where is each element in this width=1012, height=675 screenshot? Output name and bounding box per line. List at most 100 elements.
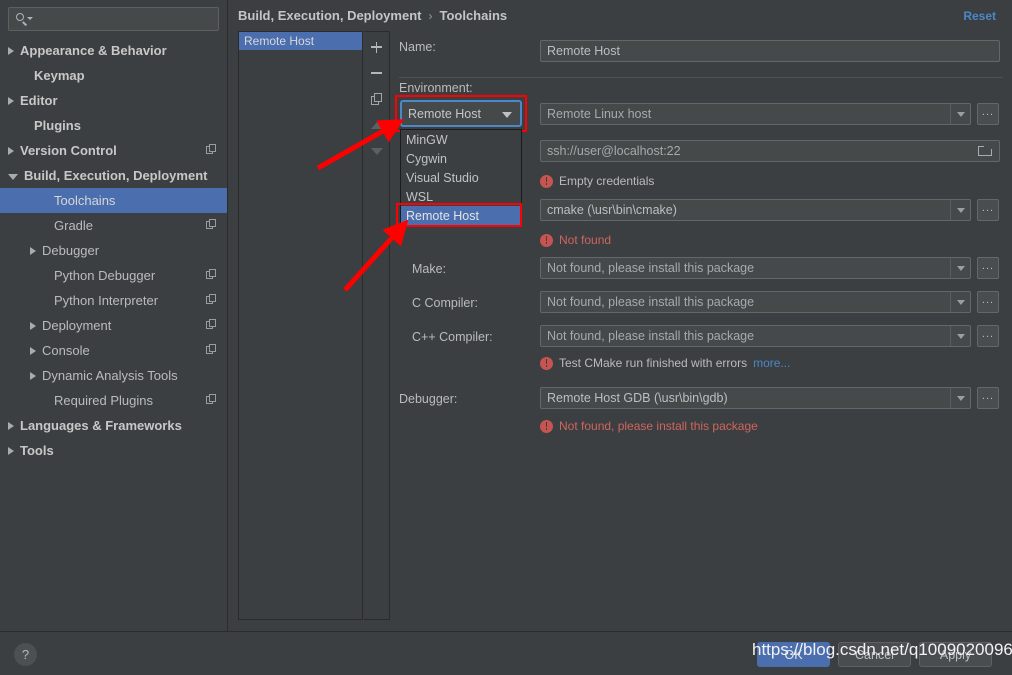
chevron-right-icon[interactable]: [8, 147, 14, 155]
chevron-down-icon[interactable]: [8, 174, 18, 180]
breadcrumb-root[interactable]: Build, Execution, Deployment: [238, 8, 421, 23]
sidebar-item-appearance-behavior[interactable]: Appearance & Behavior: [0, 38, 227, 63]
chevron-right-icon[interactable]: [8, 97, 14, 105]
cmake-combo[interactable]: cmake (\usr\bin\cmake): [540, 199, 971, 221]
toolchain-list[interactable]: Remote Host: [238, 31, 363, 620]
sidebar-item-tools[interactable]: Tools: [0, 438, 227, 463]
sidebar-item-label: Python Interpreter: [54, 293, 158, 308]
sidebar-item-build-execution-deployment[interactable]: Build, Execution, Deployment: [0, 163, 227, 188]
credentials-error-message: Empty credentials: [540, 174, 654, 188]
sidebar-item-deployment[interactable]: Deployment: [0, 313, 227, 338]
add-toolchain-button[interactable]: [366, 36, 388, 58]
cmake-run-more-link[interactable]: more...: [753, 356, 790, 370]
chevron-right-icon[interactable]: [30, 247, 36, 255]
reset-link[interactable]: Reset: [963, 9, 996, 23]
cpp-compiler-value: Not found, please install this package: [547, 329, 754, 343]
chevron-down-icon[interactable]: [950, 388, 970, 408]
copy-icon: [206, 144, 217, 155]
debugger-error-message: Not found, please install this package: [540, 419, 758, 433]
search-input[interactable]: [8, 7, 219, 31]
sidebar-item-label: Debugger: [42, 243, 99, 258]
sidebar-item-label: Deployment: [42, 318, 111, 333]
chevron-right-icon[interactable]: [30, 322, 36, 330]
credentials-browse-button[interactable]: ...: [977, 103, 999, 125]
chevron-right-icon[interactable]: [30, 347, 36, 355]
sidebar-item-label: Version Control: [20, 143, 117, 158]
make-browse-button[interactable]: ...: [977, 257, 999, 279]
name-label: Name:: [399, 40, 436, 54]
search-icon: [15, 12, 33, 26]
cpp-compiler-browse-button[interactable]: ...: [977, 325, 999, 347]
folder-icon[interactable]: [978, 146, 993, 157]
ssh-url-input[interactable]: ssh://user@localhost:22: [540, 140, 1000, 162]
list-item[interactable]: Remote Host: [239, 32, 362, 50]
c-compiler-label-wrap: C Compiler:: [412, 296, 478, 310]
cmake-run-message: Test CMake run finished with errors more…: [540, 356, 790, 370]
make-combo[interactable]: Not found, please install this package: [540, 257, 971, 279]
chevron-down-icon[interactable]: [950, 258, 970, 278]
environment-combo[interactable]: Remote Host: [400, 100, 522, 127]
chevron-right-icon[interactable]: [8, 47, 14, 55]
copy-toolchain-button[interactable]: [366, 88, 388, 110]
chevron-down-icon[interactable]: [950, 104, 970, 124]
cpp-compiler-combo[interactable]: Not found, please install this package: [540, 325, 971, 347]
environment-option[interactable]: Remote Host: [401, 206, 521, 225]
ssh-url-value: ssh://user@localhost:22: [547, 144, 681, 158]
sidebar-item-keymap[interactable]: Keymap: [0, 63, 227, 88]
help-button[interactable]: ?: [14, 643, 37, 666]
chevron-right-icon[interactable]: [8, 447, 14, 455]
move-down-button[interactable]: [366, 140, 388, 162]
credentials-combo[interactable]: Remote Linux host: [540, 103, 971, 125]
copy-icon: [206, 219, 217, 230]
environment-dropdown-list[interactable]: MinGWCygwinVisual StudioWSLRemote Host: [400, 129, 522, 226]
sidebar-item-gradle[interactable]: Gradle: [0, 213, 227, 238]
environment-label: Environment:: [399, 81, 473, 95]
environment-option[interactable]: Visual Studio: [401, 168, 521, 187]
sidebar-item-plugins[interactable]: Plugins: [0, 113, 227, 138]
name-input[interactable]: Remote Host: [540, 40, 1000, 62]
chevron-down-icon[interactable]: [950, 326, 970, 346]
sidebar-item-python-interpreter[interactable]: Python Interpreter: [0, 288, 227, 313]
make-label: Make:: [412, 262, 446, 276]
breadcrumb-leaf: Toolchains: [439, 8, 507, 23]
breadcrumb: Build, Execution, Deployment › Toolchain…: [238, 8, 507, 23]
chevron-down-icon[interactable]: [950, 292, 970, 312]
cpp-compiler-label-wrap: C++ Compiler:: [412, 330, 493, 344]
remove-toolchain-button[interactable]: [366, 62, 388, 84]
c-compiler-combo[interactable]: Not found, please install this package: [540, 291, 971, 313]
make-value: Not found, please install this package: [547, 261, 754, 275]
cmake-browse-button[interactable]: ...: [977, 199, 999, 221]
environment-option[interactable]: WSL: [401, 187, 521, 206]
sidebar-item-required-plugins[interactable]: Required Plugins: [0, 388, 227, 413]
apply-button[interactable]: Apply: [919, 642, 992, 667]
sidebar-item-languages-frameworks[interactable]: Languages & Frameworks: [0, 413, 227, 438]
chevron-right-icon[interactable]: [30, 372, 36, 380]
error-icon: [540, 175, 553, 188]
sidebar-item-label: Build, Execution, Deployment: [24, 168, 207, 183]
sidebar-item-toolchains[interactable]: Toolchains: [0, 188, 227, 213]
cmake-error-message: Not found: [540, 233, 611, 247]
environment-option[interactable]: Cygwin: [401, 149, 521, 168]
sidebar-item-python-debugger[interactable]: Python Debugger: [0, 263, 227, 288]
sidebar-item-editor[interactable]: Editor: [0, 88, 227, 113]
debugger-browse-button[interactable]: ...: [977, 387, 999, 409]
cpp-compiler-label: C++ Compiler:: [412, 330, 493, 344]
c-compiler-browse-button[interactable]: ...: [977, 291, 999, 313]
sidebar-item-console[interactable]: Console: [0, 338, 227, 363]
sidebar-item-dynamic-analysis-tools[interactable]: Dynamic Analysis Tools: [0, 363, 227, 388]
cancel-button[interactable]: Cancel: [838, 642, 911, 667]
ok-button[interactable]: OK: [757, 642, 830, 667]
form-divider: [399, 77, 1003, 78]
sidebar-item-version-control[interactable]: Version Control: [0, 138, 227, 163]
sidebar-item-debugger[interactable]: Debugger: [0, 238, 227, 263]
name-label-wrap: Name:: [399, 40, 436, 54]
sidebar-item-label: Dynamic Analysis Tools: [42, 368, 178, 383]
chevron-right-icon[interactable]: [8, 422, 14, 430]
toolchain-list-toolbar: [364, 31, 390, 620]
debugger-combo[interactable]: Remote Host GDB (\usr\bin\gdb): [540, 387, 971, 409]
error-icon: [540, 234, 553, 247]
chevron-down-icon[interactable]: [950, 200, 970, 220]
chevron-down-icon: [502, 112, 512, 118]
move-up-button[interactable]: [366, 114, 388, 136]
environment-option[interactable]: MinGW: [401, 130, 521, 149]
